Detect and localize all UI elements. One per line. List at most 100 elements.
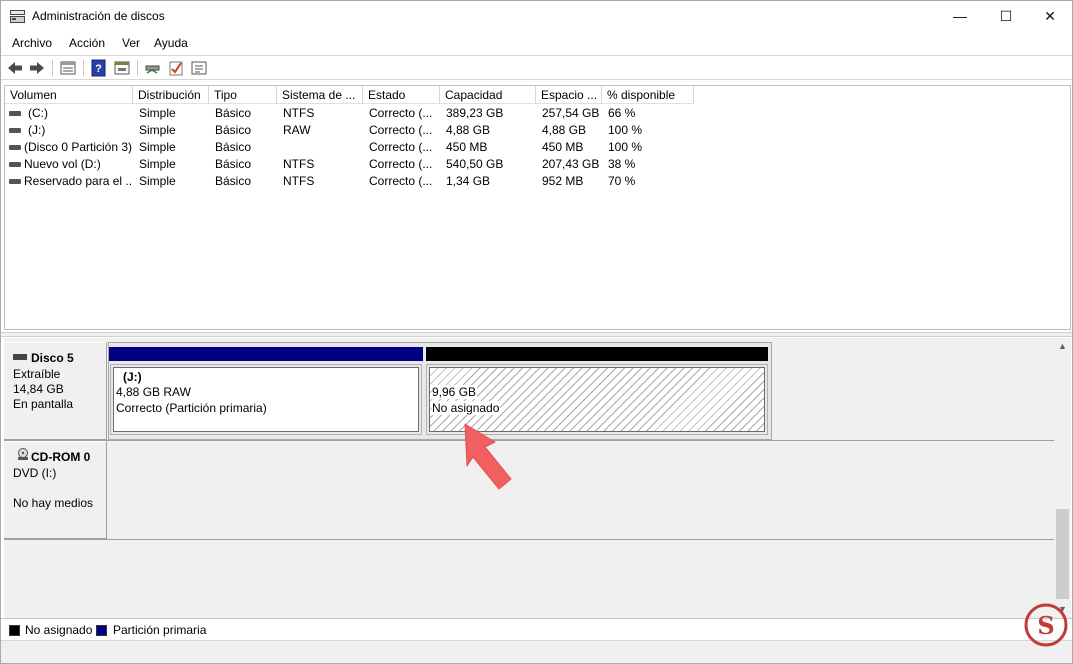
- cell-capacidad: 389,23 GB: [446, 106, 504, 120]
- back-icon[interactable]: [6, 59, 24, 77]
- column-header-tipo[interactable]: Tipo: [209, 86, 277, 104]
- cell-estado: Correcto (...: [369, 140, 433, 154]
- cell-espacio: 450 MB: [542, 140, 584, 154]
- legend: No asignado Partición primaria: [1, 618, 1072, 640]
- disk-management-window: Administración de discos — ☐ ✕ Archivo A…: [0, 0, 1073, 664]
- row-divider: [4, 539, 1054, 540]
- table-row[interactable]: Nuevo vol (D:) Simple Básico NTFS Correc…: [5, 156, 1070, 173]
- cell-distribucion: Simple: [139, 174, 176, 188]
- scroll-thumb[interactable]: [1056, 509, 1069, 599]
- partition-j-label: (J:): [123, 370, 143, 384]
- cdrom-0-type: DVD (I:): [13, 466, 57, 480]
- volume-icon: [9, 162, 21, 167]
- cdrom-0-status: No hay medios: [13, 496, 94, 510]
- disk-5-status: En pantalla: [13, 397, 74, 411]
- cell-estado: Correcto (...: [369, 157, 433, 171]
- cell-espacio: 257,54 GB: [542, 106, 600, 120]
- legend-primary-partition: Partición primaria: [113, 623, 207, 637]
- volume-list: Volumen Distribución Tipo Sistema de ...…: [4, 85, 1071, 330]
- removable-disk-icon: [13, 354, 27, 360]
- menu-ver[interactable]: Ver: [122, 36, 140, 50]
- cell-espacio: 952 MB: [542, 174, 584, 188]
- column-header-espacio[interactable]: Espacio ...: [536, 86, 602, 104]
- toolbar-separator: [83, 60, 84, 76]
- cell-espacio: 207,43 GB: [542, 157, 600, 171]
- cell-estado: Correcto (...: [369, 174, 433, 188]
- cell-volumen: (J:): [28, 123, 46, 137]
- primary-partition-swatch: [96, 625, 107, 636]
- menu-archivo[interactable]: Archivo: [12, 36, 52, 50]
- connect-icon[interactable]: [144, 59, 162, 77]
- table-row[interactable]: Reservado para el ... Simple Básico NTFS…: [5, 173, 1070, 190]
- cell-estado: Correcto (...: [369, 106, 433, 120]
- disk-5-type: Extraíble: [13, 367, 61, 381]
- cell-sistema: RAW: [283, 123, 311, 137]
- cell-capacidad: 450 MB: [446, 140, 488, 154]
- pane-splitter[interactable]: [1, 332, 1072, 337]
- partition-j-status: Correcto (Partición primaria): [116, 401, 268, 415]
- scroll-up-arrow-icon[interactable]: ▲: [1054, 338, 1071, 355]
- toolbar-separator: [137, 60, 138, 76]
- disk-5-name: Disco 5: [31, 351, 74, 365]
- cell-capacidad: 4,88 GB: [446, 123, 491, 137]
- cell-disponible: 100 %: [608, 123, 643, 137]
- cell-tipo: Básico: [215, 174, 252, 188]
- unallocated-size: 9,96 GB: [432, 385, 478, 399]
- primary-partition-bar: [109, 347, 423, 361]
- cell-estado: Correcto (...: [369, 123, 433, 137]
- partition-j[interactable]: (J:) 4,88 GB RAW Correcto (Partición pri…: [110, 364, 422, 435]
- column-header-volumen[interactable]: Volumen: [5, 86, 133, 104]
- cell-distribucion: Simple: [139, 157, 176, 171]
- column-header-disponible[interactable]: % disponible: [602, 86, 694, 104]
- column-header-sistema[interactable]: Sistema de ...: [277, 86, 363, 104]
- cell-volumen: (C:): [28, 106, 48, 120]
- menu-bar: Archivo Acción Ver Ayuda: [1, 32, 1072, 54]
- partition-j-area: (J:) 4,88 GB RAW Correcto (Partición pri…: [113, 367, 419, 432]
- table-row[interactable]: (Disco 0 Partición 3) Simple Básico Corr…: [5, 139, 1070, 156]
- check-icon[interactable]: [167, 59, 185, 77]
- volume-icon: [9, 145, 21, 150]
- disk-5-size: 14,84 GB: [13, 382, 64, 396]
- title-bar: Administración de discos — ☐ ✕: [1, 1, 1072, 32]
- toolbar-separator: [52, 60, 53, 76]
- watermark-logo-icon: S: [1024, 603, 1068, 647]
- close-button[interactable]: ✕: [1027, 1, 1073, 32]
- forward-icon[interactable]: [28, 59, 46, 77]
- table-row[interactable]: (J:) Simple Básico RAW Correcto (... 4,8…: [5, 122, 1070, 139]
- pointer-arrow-annotation: [464, 423, 512, 490]
- cd-drive-icon: [18, 448, 28, 460]
- cell-disponible: 70 %: [608, 174, 636, 188]
- list-view-icon[interactable]: [59, 59, 77, 77]
- cell-disponible: 38 %: [608, 157, 636, 171]
- table-row[interactable]: (C:) Simple Básico NTFS Correcto (... 38…: [5, 105, 1070, 122]
- volume-icon: [9, 111, 21, 116]
- column-header-estado[interactable]: Estado: [363, 86, 440, 104]
- cell-volumen: Nuevo vol (D:): [24, 157, 101, 171]
- cell-tipo: Básico: [215, 157, 252, 171]
- disk-5-label[interactable]: Disco 5 Extraíble 14,84 GB En pantalla: [4, 342, 107, 440]
- cell-distribucion: Simple: [139, 123, 176, 137]
- maximize-button[interactable]: ☐: [983, 1, 1029, 32]
- menu-accion[interactable]: Acción: [69, 36, 105, 50]
- volume-icon: [9, 179, 21, 184]
- help-icon[interactable]: ?: [90, 59, 108, 77]
- column-header-capacidad[interactable]: Capacidad: [440, 86, 536, 104]
- cell-capacidad: 1,34 GB: [446, 174, 491, 188]
- menu-ayuda[interactable]: Ayuda: [154, 36, 188, 50]
- properties-icon[interactable]: [113, 59, 131, 77]
- cell-sistema: NTFS: [283, 157, 315, 171]
- column-header-distribucion[interactable]: Distribución: [133, 86, 209, 104]
- cell-tipo: Básico: [215, 123, 252, 137]
- disk-graphical-view: Disco 5 Extraíble 14,84 GB En pantalla (…: [4, 338, 1054, 618]
- cdrom-0-label[interactable]: CD-ROM 0 DVD (I:) No hay medios: [4, 441, 107, 539]
- settings-icon[interactable]: [190, 59, 208, 77]
- cell-capacidad: 540,50 GB: [446, 157, 504, 171]
- graphical-view-scrollbar[interactable]: ▲ ▼: [1054, 338, 1071, 618]
- cdrom-0-name: CD-ROM 0: [31, 450, 91, 464]
- toolbar: ?: [1, 55, 1072, 80]
- minimize-button[interactable]: —: [937, 1, 983, 32]
- cell-espacio: 4,88 GB: [542, 123, 587, 137]
- cell-volumen: Reservado para el ...: [24, 174, 132, 188]
- cell-sistema: NTFS: [283, 174, 315, 188]
- cell-disponible: 100 %: [608, 140, 643, 154]
